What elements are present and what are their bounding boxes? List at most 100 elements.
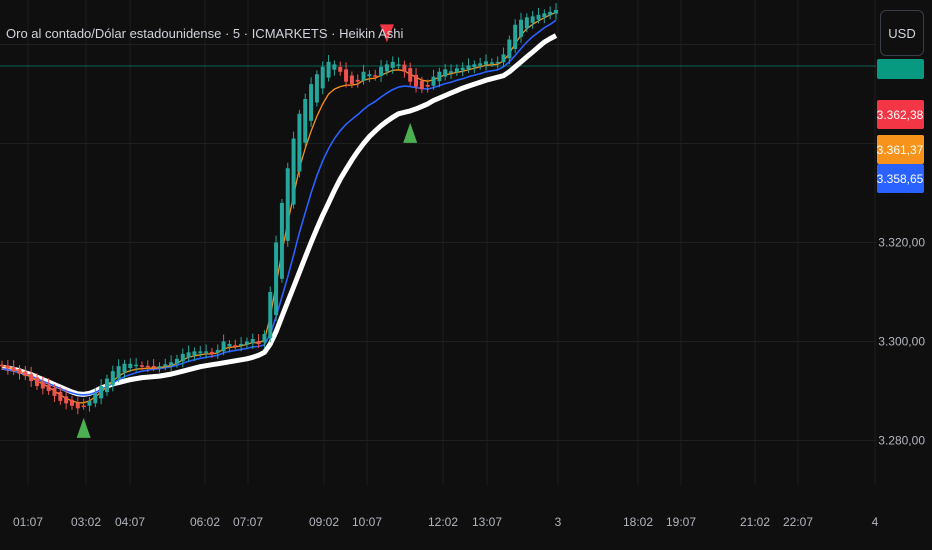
candle-body <box>192 351 197 355</box>
candle-body <box>390 61 395 68</box>
candle-body <box>495 61 500 64</box>
candle-body <box>34 377 39 387</box>
candle-body <box>303 98 308 143</box>
candle-body <box>408 68 413 82</box>
candle-body <box>367 74 372 77</box>
candle-body <box>443 69 448 77</box>
chart-title: Oro al contado/Dólar estadounidense · 5 … <box>6 26 404 41</box>
candle-body <box>122 363 127 373</box>
candle-body <box>460 67 465 71</box>
x-tick-label: 07:07 <box>233 515 263 529</box>
candle-body <box>209 351 214 354</box>
y-tick-label: 3.280,00 <box>878 433 925 447</box>
y-tick-label: 3.300,00 <box>878 334 925 348</box>
x-tick-label: 04:07 <box>115 515 145 529</box>
x-tick-label: 4 <box>872 515 879 529</box>
candle-body <box>384 64 389 72</box>
candle-body <box>250 339 255 344</box>
candle-body <box>379 66 384 76</box>
candle-body <box>139 365 144 367</box>
x-tick-label: 18:02 <box>623 515 653 529</box>
last-price-tag <box>877 59 924 79</box>
candle-body <box>134 364 139 367</box>
candle-body <box>396 64 401 66</box>
x-tick-label: 19:07 <box>666 515 696 529</box>
candle-body <box>11 367 16 372</box>
y-tick-label: 3.320,00 <box>878 236 925 250</box>
candle-body <box>5 365 10 369</box>
candle-body <box>169 362 174 366</box>
candle-body <box>402 64 407 72</box>
candle-body <box>472 64 477 68</box>
candle-body <box>0 364 4 367</box>
candle-body <box>425 84 430 87</box>
candle-body <box>484 61 489 65</box>
candle-body <box>93 393 98 404</box>
candle-body <box>542 13 547 18</box>
price-tag-label: 3.362,38 <box>877 108 924 122</box>
candle-body <box>52 388 57 396</box>
candle-body <box>204 351 209 353</box>
candle-body <box>449 71 454 73</box>
candle-body <box>297 113 302 172</box>
candle-body <box>198 351 203 354</box>
candle-body <box>99 386 104 399</box>
candle-body <box>437 71 442 82</box>
candle-body <box>519 19 524 37</box>
x-tick-label: 09:02 <box>309 515 339 529</box>
x-tick-label: 10:07 <box>352 515 382 529</box>
candle-body <box>81 405 86 408</box>
candle-body <box>355 79 360 82</box>
x-tick-label: 03:02 <box>71 515 101 529</box>
candle-body <box>104 378 109 393</box>
candle-body <box>332 64 337 70</box>
candle-body <box>46 385 51 391</box>
candle-body <box>163 364 168 367</box>
candle-body <box>29 373 34 382</box>
candle-body <box>75 402 80 409</box>
x-tick-label: 22:07 <box>783 515 813 529</box>
candle-body <box>419 80 424 90</box>
candle-body <box>291 138 296 205</box>
candle-body <box>110 371 115 386</box>
candle-body <box>227 343 232 347</box>
x-tick-label: 13:07 <box>472 515 502 529</box>
candle-body <box>314 74 319 103</box>
candle-body <box>326 61 331 78</box>
candle-body <box>489 62 494 64</box>
candle-body <box>128 363 133 369</box>
candle-body <box>454 68 459 73</box>
candle-body <box>507 39 512 59</box>
candle-body <box>501 54 506 63</box>
candle-body <box>145 365 150 368</box>
candle-body <box>536 14 541 20</box>
x-tick-label: 01:07 <box>13 515 43 529</box>
candle-body <box>414 74 419 87</box>
candle-body <box>233 345 238 347</box>
candle-body <box>69 399 74 406</box>
candle-body <box>180 353 185 362</box>
candle-body <box>186 352 191 358</box>
currency-button[interactable]: USD <box>880 10 924 56</box>
x-tick-label: 3 <box>555 515 562 529</box>
candle-body <box>157 366 162 368</box>
chart-background <box>0 0 932 550</box>
candle-body <box>174 358 179 364</box>
candle-body <box>554 9 558 14</box>
candle-body <box>466 65 471 69</box>
candle-body <box>239 343 244 346</box>
candle-body <box>349 75 354 85</box>
candle-body <box>344 69 349 82</box>
candle-body <box>513 24 518 49</box>
candle-body <box>524 17 529 29</box>
candle-body <box>256 341 261 344</box>
time-axis[interactable]: 01:07 03:02 04:07 06:02 07:07 09:02 10:07 12:02… <box>13 515 879 529</box>
price-tag-label: 3.358,65 <box>877 172 924 186</box>
candle-body <box>338 67 343 72</box>
candle-body <box>64 396 69 404</box>
price-chart[interactable]: 3.280,00 3.300,00 3.320,00 01:07 03:02 04:07… <box>0 0 932 550</box>
candle-body <box>23 371 28 377</box>
x-tick-label: 21:02 <box>740 515 770 529</box>
candle-body <box>221 341 226 352</box>
candle-body <box>151 365 156 368</box>
